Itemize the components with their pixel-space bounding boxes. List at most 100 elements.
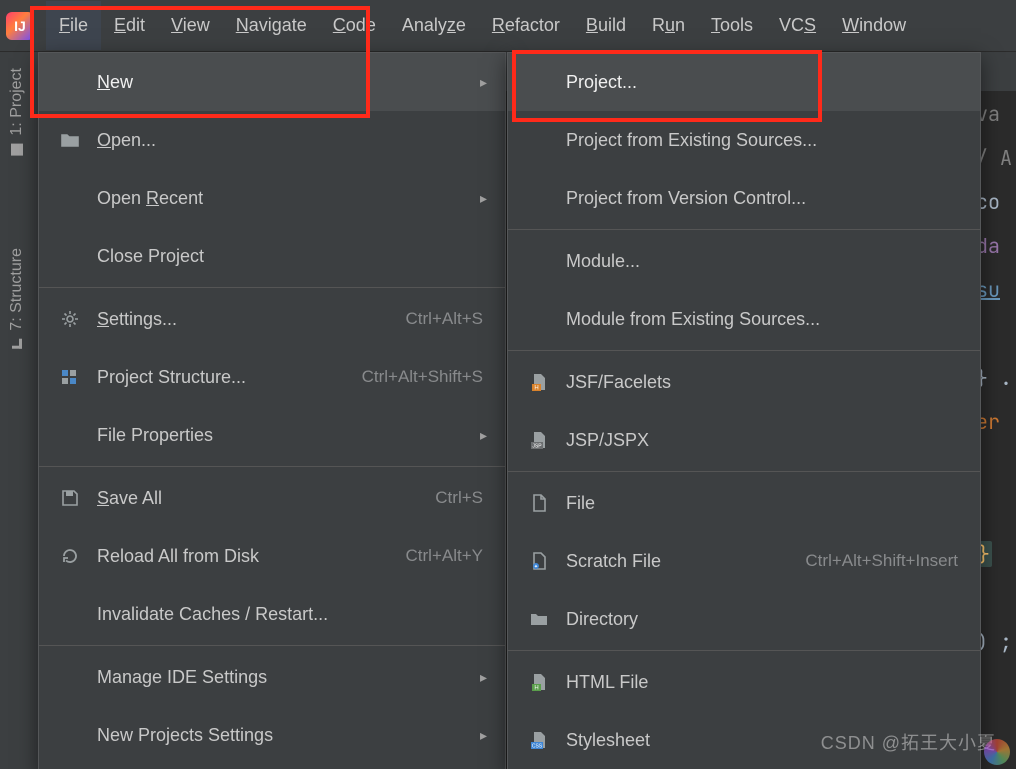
new-menu-jsp-label: JSP/JSPX bbox=[566, 430, 958, 451]
new-menu-module-existing[interactable]: Module from Existing Sources... bbox=[508, 290, 980, 348]
toolwindow-structure-label: 7: Structure bbox=[8, 248, 26, 331]
file-menu-separator bbox=[39, 645, 505, 646]
file-menu-project-structure-label: Project Structure... bbox=[97, 367, 362, 388]
file-menu-open-label: Open... bbox=[97, 130, 483, 151]
reload-icon bbox=[59, 546, 81, 566]
blank-icon bbox=[528, 72, 550, 92]
file-menu-new-projects-settings-label: New Projects Settings bbox=[97, 725, 483, 746]
new-menu-jsp[interactable]: JSP JSP/JSPX bbox=[508, 411, 980, 469]
jsf-icon: H bbox=[528, 372, 550, 392]
new-menu-project-existing[interactable]: Project from Existing Sources... bbox=[508, 111, 980, 169]
svg-text:CSS: CSS bbox=[532, 744, 543, 750]
structure-icon bbox=[12, 338, 22, 348]
menu-refactor[interactable]: Refactor bbox=[479, 1, 573, 50]
new-menu-directory-label: Directory bbox=[566, 609, 958, 630]
file-menu-reload-disk-label: Reload All from Disk bbox=[97, 546, 406, 567]
svg-text:H: H bbox=[534, 686, 538, 692]
blank-icon bbox=[528, 309, 550, 329]
toolwindow-project-label: 1: Project bbox=[8, 68, 26, 136]
svg-text:✦: ✦ bbox=[534, 564, 538, 570]
new-menu-project-existing-label: Project from Existing Sources... bbox=[566, 130, 958, 151]
file-menu-file-properties[interactable]: File Properties▸ bbox=[39, 406, 505, 464]
new-menu-file-label: File bbox=[566, 493, 958, 514]
new-menu-html[interactable]: H HTML File bbox=[508, 653, 980, 711]
file-menu-separator bbox=[39, 466, 505, 467]
new-menu-separator bbox=[508, 229, 980, 230]
blank-icon bbox=[59, 188, 81, 208]
app-icon: IJ bbox=[6, 12, 34, 40]
file-menu-new-label: New bbox=[97, 72, 483, 93]
file-menu-separator bbox=[39, 287, 505, 288]
blank-icon bbox=[59, 425, 81, 445]
new-menu-html-label: HTML File bbox=[566, 672, 958, 693]
toolwindow-project[interactable]: 1: Project bbox=[0, 52, 34, 172]
file-menu-open[interactable]: Open... bbox=[39, 111, 505, 169]
file-icon bbox=[528, 493, 550, 513]
menu-file[interactable]: File bbox=[46, 1, 101, 50]
file-menu-reload-disk[interactable]: Reload All from DiskCtrl+Alt+Y bbox=[39, 527, 505, 585]
menu-view[interactable]: View bbox=[158, 1, 223, 50]
file-menu-open-recent-label: Open Recent bbox=[97, 188, 483, 209]
file-menu-reload-disk-shortcut: Ctrl+Alt+Y bbox=[406, 546, 483, 566]
new-menu-directory[interactable]: Directory bbox=[508, 590, 980, 648]
new-menu-file[interactable]: File bbox=[508, 474, 980, 532]
toolwindow-structure[interactable]: 7: Structure bbox=[0, 232, 34, 365]
file-menu-project-structure-shortcut: Ctrl+Alt+Shift+S bbox=[362, 367, 483, 387]
folder-icon bbox=[59, 130, 81, 150]
folder-solid-icon bbox=[528, 609, 550, 629]
new-menu-scratch[interactable]: ✦Scratch FileCtrl+Alt+Shift+Insert bbox=[508, 532, 980, 590]
new-menu-separator bbox=[508, 650, 980, 651]
file-menu-invalidate-label: Invalidate Caches / Restart... bbox=[97, 604, 483, 625]
menu-code[interactable]: Code bbox=[320, 1, 389, 50]
save-icon bbox=[59, 488, 81, 508]
blank-icon bbox=[59, 72, 81, 92]
file-menu-manage-ide[interactable]: Manage IDE Settings▸ bbox=[39, 648, 505, 706]
menu-window[interactable]: Window bbox=[829, 1, 919, 50]
file-menu-popup: New▸Open...Open Recent▸Close ProjectSett… bbox=[38, 52, 506, 769]
blank-icon bbox=[528, 188, 550, 208]
new-menu-project-label: Project... bbox=[566, 72, 958, 93]
menu-build[interactable]: Build bbox=[573, 1, 639, 50]
menu-vcs[interactable]: VCS bbox=[766, 1, 829, 50]
menu-navigate[interactable]: Navigate bbox=[223, 1, 320, 50]
submenu-arrow-icon: ▸ bbox=[480, 74, 487, 91]
html-icon: H bbox=[528, 672, 550, 692]
file-menu-new-projects-settings[interactable]: New Projects Settings▸ bbox=[39, 706, 505, 764]
menu-tools[interactable]: Tools bbox=[698, 1, 766, 50]
file-menu-open-recent[interactable]: Open Recent▸ bbox=[39, 169, 505, 227]
file-menu-save-all[interactable]: Save AllCtrl+S bbox=[39, 469, 505, 527]
file-menu-settings-shortcut: Ctrl+Alt+S bbox=[406, 309, 483, 329]
blank-icon bbox=[528, 251, 550, 271]
svg-text:JSP: JSP bbox=[532, 444, 542, 450]
scratch-icon: ✦ bbox=[528, 551, 550, 571]
blank-icon bbox=[59, 604, 81, 624]
file-menu-settings[interactable]: Settings...Ctrl+Alt+S bbox=[39, 290, 505, 348]
menu-run[interactable]: Run bbox=[639, 1, 698, 50]
blank-icon bbox=[59, 667, 81, 687]
file-menu-settings-label: Settings... bbox=[97, 309, 406, 330]
file-menu-invalidate[interactable]: Invalidate Caches / Restart... bbox=[39, 585, 505, 643]
file-menu-new[interactable]: New▸ bbox=[39, 53, 505, 111]
tool-window-stripe: 1: Project 7: Structure bbox=[0, 52, 40, 769]
new-menu-module[interactable]: Module... bbox=[508, 232, 980, 290]
submenu-arrow-icon: ▸ bbox=[480, 190, 487, 207]
menubar: IJ FileEditViewNavigateCodeAnalyzeRefact… bbox=[0, 0, 1016, 52]
new-menu-module-existing-label: Module from Existing Sources... bbox=[566, 309, 958, 330]
menu-edit[interactable]: Edit bbox=[101, 1, 158, 50]
new-menu-jsf[interactable]: H JSF/Facelets bbox=[508, 353, 980, 411]
new-menu-css-label: Stylesheet bbox=[566, 730, 958, 751]
new-menu-project[interactable]: Project... bbox=[508, 53, 980, 111]
file-menu-manage-ide-label: Manage IDE Settings bbox=[97, 667, 483, 688]
blank-icon bbox=[59, 725, 81, 745]
project-icon bbox=[11, 144, 23, 156]
file-menu-close-project[interactable]: Close Project bbox=[39, 227, 505, 285]
blank-icon bbox=[59, 246, 81, 266]
jsp-icon: JSP bbox=[528, 430, 550, 450]
file-menu-project-structure[interactable]: Project Structure...Ctrl+Alt+Shift+S bbox=[39, 348, 505, 406]
new-menu-project-vcs[interactable]: Project from Version Control... bbox=[508, 169, 980, 227]
structure-icon bbox=[59, 367, 81, 387]
new-menu-jsf-label: JSF/Facelets bbox=[566, 372, 958, 393]
gear-icon bbox=[59, 309, 81, 329]
new-menu-css[interactable]: CSS Stylesheet bbox=[508, 711, 980, 769]
menu-analyze[interactable]: Analyze bbox=[389, 1, 479, 50]
